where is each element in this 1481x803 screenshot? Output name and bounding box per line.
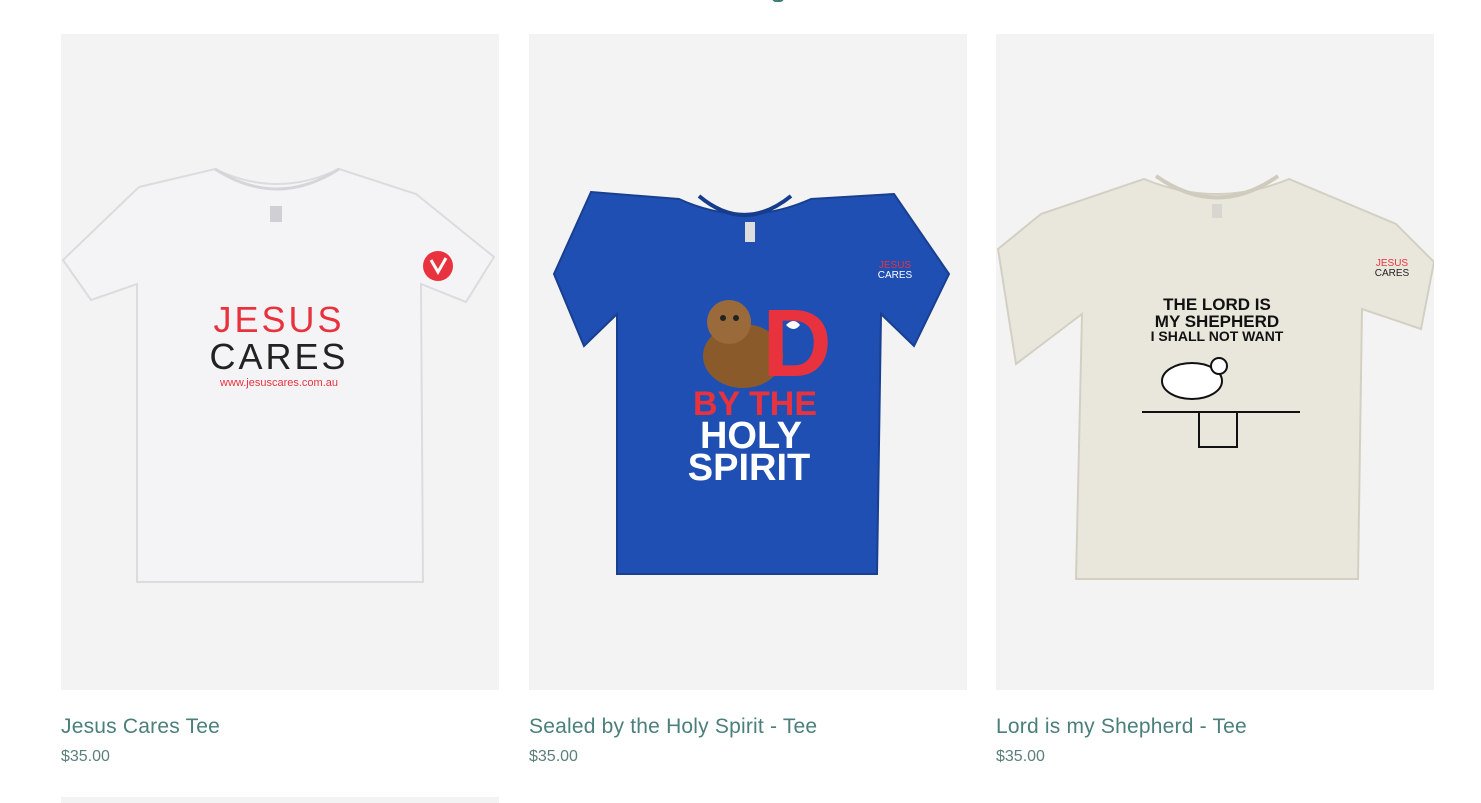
next-row-product-card[interactable] [61,797,499,803]
product-image[interactable]: JESUS CARES THE LORD IS MY SHEPHERD I SH… [996,34,1434,690]
section-heading-fragment [772,0,784,2]
product-card[interactable]: JESUS CARES D BY THE HOLY SPIRIT Sealed … [529,34,967,766]
product-title[interactable]: Lord is my Shepherd - Tee [996,715,1434,739]
product-price: $35.00 [61,748,110,765]
sleeve-print-line-2: CARES [878,270,913,281]
tshirt-illustration: JESUS CARES THE LORD IS MY SHEPHERD I SH… [996,174,1434,580]
product-title[interactable]: Jesus Cares Tee [61,715,499,739]
product-grid: JESUS CARES www.jesuscares.com.au Jesus … [61,34,1434,803]
print-line-2: CARES [209,336,348,377]
product-title[interactable]: Sealed by the Holy Spirit - Tee [529,715,967,739]
sleeve-print-line-2: CARES [1375,268,1410,279]
print-line-3: SPIRIT [688,447,810,489]
neck-label-icon [745,222,755,242]
product-image[interactable]: JESUS CARES D BY THE HOLY SPIRIT [529,34,967,690]
print-url: www.jesuscares.com.au [219,377,338,389]
product-image[interactable]: JESUS CARES www.jesuscares.com.au [61,34,499,690]
logo-dove-icon [423,251,453,281]
product-card[interactable]: JESUS CARES www.jesuscares.com.au Jesus … [61,34,499,766]
product-card[interactable]: JESUS CARES THE LORD IS MY SHEPHERD I SH… [996,34,1434,766]
tshirt-illustration: JESUS CARES D BY THE HOLY SPIRIT [552,190,951,575]
neck-label-icon [1212,204,1222,218]
product-price: $35.00 [996,748,1045,765]
print-line-1: JESUS [213,299,344,340]
tshirt-illustration: JESUS CARES www.jesuscares.com.au [61,167,496,583]
print-letter: D [762,290,831,397]
print-line-3: I SHALL NOT WANT [1151,328,1284,344]
product-price: $35.00 [529,748,578,765]
neck-label-icon [270,206,282,222]
